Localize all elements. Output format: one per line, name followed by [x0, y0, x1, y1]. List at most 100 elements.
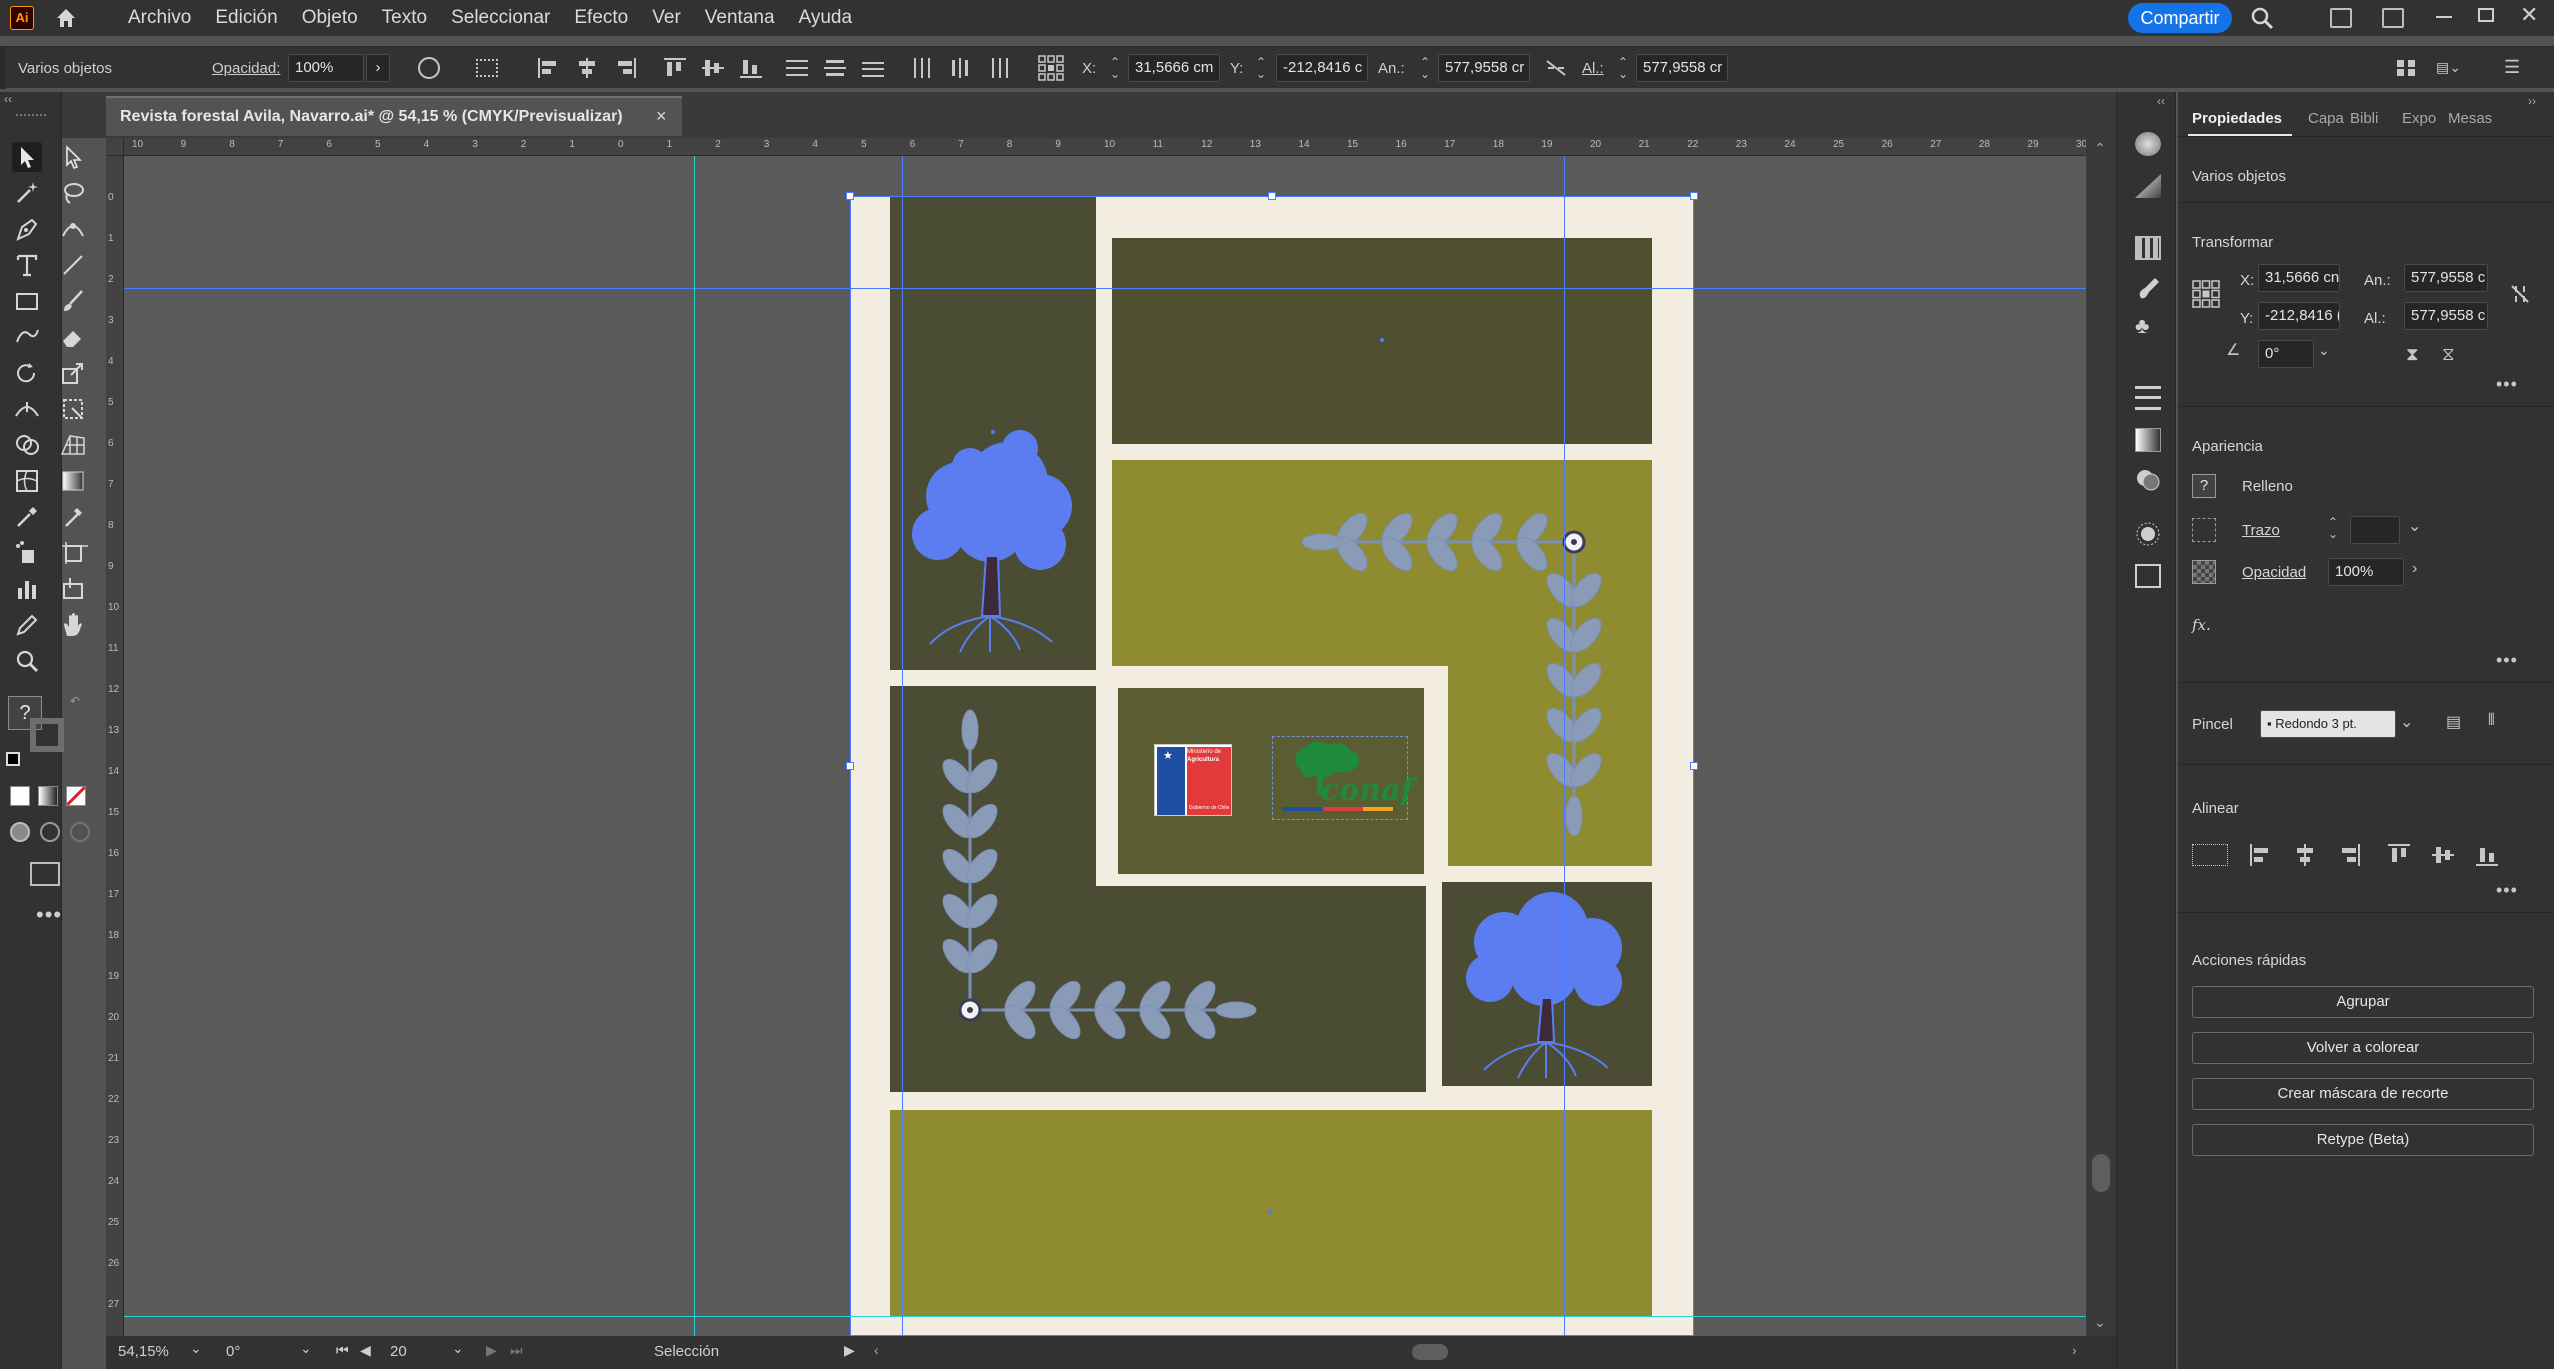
- props-y-input[interactable]: -212,8416 (: [2258, 302, 2340, 330]
- stroke-dropdown-icon[interactable]: ⌄: [2408, 516, 2421, 536]
- free-transform-tool-icon[interactable]: [58, 394, 88, 424]
- artboard-tool-icon[interactable]: [58, 538, 88, 568]
- handle-tc[interactable]: [1268, 192, 1276, 200]
- eraser-tool-icon[interactable]: [58, 322, 88, 352]
- graphic-styles-icon[interactable]: [2135, 564, 2161, 588]
- restore-icon[interactable]: [2478, 8, 2494, 22]
- magic-wand-tool-icon[interactable]: [12, 178, 42, 208]
- pen-tool-icon[interactable]: [12, 214, 42, 244]
- scroll-up-icon[interactable]: ⌃: [2094, 140, 2106, 157]
- opacity-label[interactable]: Opacidad:: [212, 60, 280, 77]
- props-opacity-input[interactable]: 100%: [2328, 558, 2404, 586]
- brush-select[interactable]: ▪ Redondo 3 pt.: [2260, 710, 2396, 738]
- prev-artboard-icon[interactable]: ◀: [360, 1342, 371, 1359]
- handle-tr[interactable]: [1690, 192, 1698, 200]
- rotate-tool-icon[interactable]: [12, 358, 42, 388]
- gradient-mode-icon[interactable]: [38, 786, 58, 806]
- angle-dropdown-icon[interactable]: ⌄: [2318, 342, 2330, 359]
- stroke-swatch[interactable]: [30, 718, 64, 752]
- arrange-icon[interactable]: [2396, 59, 2416, 77]
- close-window-icon[interactable]: ✕: [2520, 2, 2538, 28]
- zoom-tool-icon[interactable]: [12, 646, 42, 676]
- zoom-field[interactable]: 54,15%: [114, 1341, 194, 1363]
- lasso-tool-icon[interactable]: [58, 178, 88, 208]
- scale-tool-icon[interactable]: [58, 358, 88, 388]
- default-colors-icon[interactable]: [6, 752, 20, 766]
- transform-menu-icon[interactable]: ▤⌄: [2436, 59, 2470, 77]
- handle-tl[interactable]: [846, 192, 854, 200]
- edit-toolbar-icon[interactable]: •••: [36, 902, 62, 928]
- tab-propiedades[interactable]: Propiedades: [2192, 110, 2282, 127]
- artboard-dropdown-icon[interactable]: ⌄: [452, 1340, 464, 1357]
- stroke-stepper[interactable]: ⌃ ⌄: [2328, 516, 2338, 540]
- recolor-button[interactable]: Volver a colorear: [2192, 1032, 2534, 1064]
- reference-point-icon[interactable]: [1038, 55, 1064, 81]
- zoom-dropdown-icon[interactable]: ⌄: [190, 1340, 202, 1357]
- arrange-documents-icon[interactable]: [2382, 8, 2404, 28]
- color-guide-icon[interactable]: [2135, 132, 2161, 156]
- guide-vertical-artboard-left[interactable]: [902, 156, 903, 1336]
- gradient-icon[interactable]: [2135, 428, 2161, 452]
- home-icon[interactable]: [54, 6, 78, 30]
- props-align-hcenter-icon[interactable]: [2294, 844, 2316, 866]
- align-right-icon[interactable]: [614, 58, 636, 78]
- props-x-input[interactable]: 31,5666 cn: [2258, 264, 2340, 292]
- slice-tool-icon[interactable]: [58, 574, 88, 604]
- brush-dropdown-icon[interactable]: ⌄: [2400, 712, 2413, 732]
- handle-mr[interactable]: [1690, 762, 1698, 770]
- close-document-icon[interactable]: ×: [656, 106, 667, 127]
- align-more-icon[interactable]: •••: [2496, 880, 2518, 901]
- swatches-icon[interactable]: [2135, 236, 2161, 260]
- shape-builder-tool-icon[interactable]: [12, 430, 42, 460]
- constrain-proportions-icon[interactable]: [1544, 58, 1568, 78]
- vertical-scrollbar[interactable]: ⌃ ⌄: [2086, 138, 2116, 1336]
- last-artboard-icon[interactable]: ⏭: [510, 1342, 523, 1359]
- stroke-panel-icon[interactable]: [2135, 386, 2161, 410]
- paintbrush-tool-icon[interactable]: [58, 286, 88, 316]
- props-align-bottom-icon[interactable]: [2476, 844, 2498, 866]
- fx-label[interactable]: fx.: [2192, 616, 2211, 634]
- props-reference-point-icon[interactable]: [2192, 280, 2220, 308]
- first-artboard-icon[interactable]: ⏮: [336, 1342, 349, 1359]
- y-input[interactable]: -212,8416 c: [1276, 54, 1368, 82]
- align-top-icon[interactable]: [664, 58, 686, 78]
- screen-mode-icon[interactable]: [30, 862, 60, 886]
- selection-bounding-box[interactable]: [850, 196, 1694, 1336]
- menu-objeto[interactable]: Objeto: [302, 7, 358, 29]
- menu-archivo[interactable]: Archivo: [128, 7, 191, 29]
- flip-vertical-icon[interactable]: ⧖: [2442, 344, 2455, 365]
- hscroll-left-icon[interactable]: ‹: [874, 1342, 879, 1358]
- clipping-mask-button[interactable]: Crear máscara de recorte: [2192, 1078, 2534, 1110]
- h-stepper[interactable]: ⌃ ⌄: [1618, 56, 1628, 80]
- rectangle-tool-icon[interactable]: [12, 286, 42, 316]
- props-opacity-label[interactable]: Opacidad: [2242, 564, 2306, 581]
- appearance-more-icon[interactable]: •••: [2496, 650, 2518, 671]
- props-align-left-icon[interactable]: [2250, 844, 2272, 866]
- menu-ayuda[interactable]: Ayuda: [799, 7, 853, 29]
- artboard-number-field[interactable]: 20: [386, 1341, 446, 1363]
- menu-edicion[interactable]: Edición: [215, 7, 277, 29]
- none-mode-icon[interactable]: [65, 785, 87, 807]
- gradient-panel-icon[interactable]: [2135, 174, 2161, 198]
- direct-selection-tool-icon[interactable]: [58, 142, 88, 172]
- flip-horizontal-icon[interactable]: ⧗: [2406, 344, 2419, 365]
- w-input[interactable]: 577,9558 cr: [1438, 54, 1530, 82]
- props-h-input[interactable]: 577,9558 c: [2404, 302, 2488, 330]
- artboard[interactable]: ★ Ministerio de Agricultura Gobierno de …: [846, 192, 1698, 1336]
- guide-horizontal-top[interactable]: [124, 288, 2086, 289]
- align-bottom-icon[interactable]: [740, 58, 762, 78]
- handle-ml[interactable]: [846, 762, 854, 770]
- retype-button[interactable]: Retype (Beta): [2192, 1124, 2534, 1156]
- draw-inside-icon[interactable]: [70, 822, 90, 842]
- tab-exportar[interactable]: Expo: [2402, 110, 2436, 127]
- distribute-left-icon[interactable]: [912, 58, 934, 78]
- props-align-vcenter-icon[interactable]: [2432, 844, 2454, 866]
- stroke-label[interactable]: Trazo: [2242, 522, 2280, 539]
- hscroll-right-icon[interactable]: ›: [2072, 1342, 2077, 1358]
- distribute-top-icon[interactable]: [786, 58, 808, 78]
- stroke-weight-input[interactable]: [2350, 516, 2400, 544]
- status-menu-arrow-icon[interactable]: ▶: [844, 1342, 855, 1359]
- color-mode-icon[interactable]: [10, 786, 30, 806]
- tab-mesas[interactable]: Mesas: [2448, 110, 2492, 127]
- document-tab[interactable]: Revista forestal Avila, Navarro.ai* @ 54…: [106, 96, 682, 136]
